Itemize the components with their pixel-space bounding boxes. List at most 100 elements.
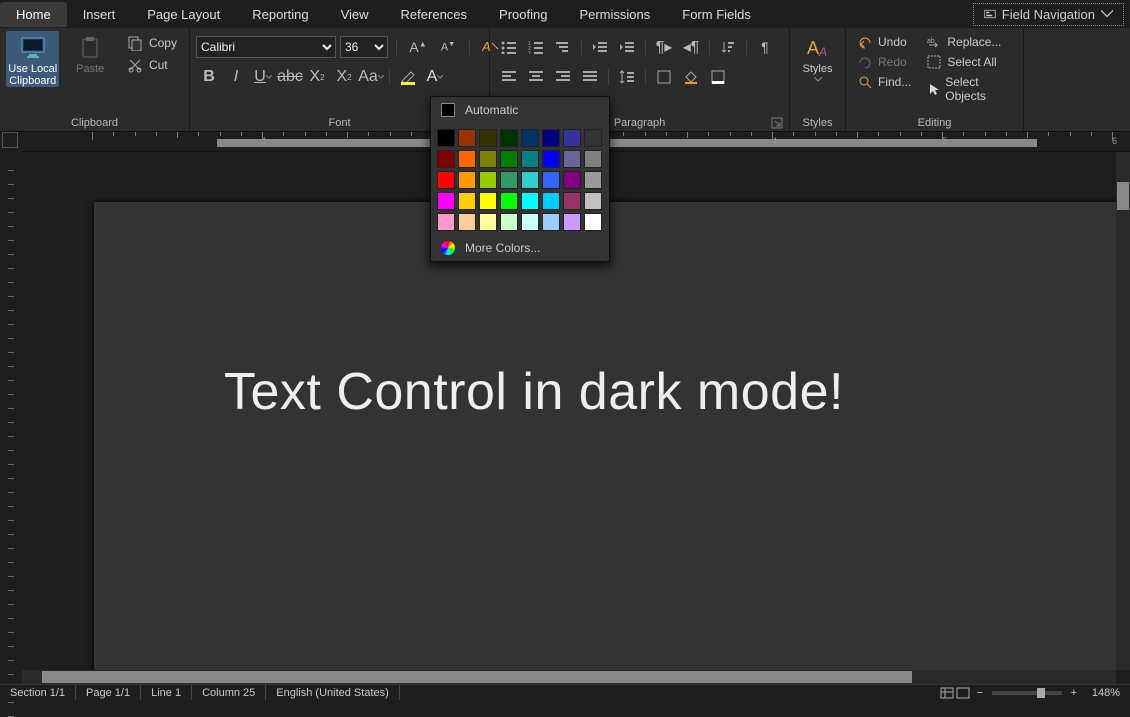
outdent-button[interactable] — [587, 35, 613, 59]
color-swatch[interactable] — [458, 213, 476, 231]
color-swatch[interactable] — [479, 129, 497, 147]
status-language[interactable]: English (United States) — [266, 685, 400, 700]
color-swatch[interactable] — [542, 192, 560, 210]
document-page[interactable]: Text Control in dark mode! — [94, 202, 1116, 670]
replace-button[interactable]: abReplace... — [921, 33, 1017, 51]
field-navigation-button[interactable]: Field Navigation — [973, 3, 1124, 26]
justify-button[interactable] — [577, 65, 603, 89]
dialog-launcher-icon[interactable] — [771, 117, 783, 129]
color-swatch[interactable] — [500, 171, 518, 189]
cut-button[interactable]: Cut — [121, 55, 183, 75]
view-mode-1-icon[interactable] — [940, 687, 956, 699]
color-automatic-item[interactable]: Automatic — [431, 97, 609, 123]
color-swatch[interactable] — [500, 192, 518, 210]
color-swatch[interactable] — [521, 129, 539, 147]
zoom-slider-knob[interactable] — [1037, 688, 1045, 698]
document-text[interactable]: Text Control in dark mode! — [224, 362, 844, 422]
scrollbar-thumb[interactable] — [1117, 182, 1129, 210]
color-swatch[interactable] — [584, 192, 602, 210]
font-color-button[interactable]: A — [422, 65, 448, 89]
color-swatch[interactable] — [584, 150, 602, 168]
zoom-value[interactable]: 148% — [1082, 685, 1130, 700]
status-section[interactable]: Section 1/1 — [0, 685, 76, 700]
color-swatch[interactable] — [563, 150, 581, 168]
color-swatch[interactable] — [437, 213, 455, 231]
color-swatch[interactable] — [479, 150, 497, 168]
change-case-button[interactable]: Aa — [358, 65, 384, 89]
zoom-out-button[interactable]: − — [972, 687, 988, 699]
color-swatch[interactable] — [584, 213, 602, 231]
horizontal-scrollbar[interactable] — [22, 670, 1116, 684]
select-objects-button[interactable]: Select Objects — [921, 73, 1017, 105]
italic-button[interactable]: I — [223, 65, 249, 89]
redo-button[interactable]: Redo — [852, 53, 917, 71]
subscript-button[interactable]: X2 — [304, 65, 330, 89]
borders-button[interactable] — [651, 65, 677, 89]
superscript-button[interactable]: X2 — [331, 65, 357, 89]
color-swatch[interactable] — [521, 213, 539, 231]
color-swatch[interactable] — [542, 171, 560, 189]
strike-button[interactable]: abc — [277, 65, 303, 89]
find-button[interactable]: Find... — [852, 73, 917, 91]
frame-button[interactable] — [705, 65, 731, 89]
status-column[interactable]: Column 25 — [192, 685, 266, 700]
bullets-button[interactable] — [496, 35, 522, 59]
tab-page-layout[interactable]: Page Layout — [131, 2, 236, 27]
indent-button[interactable] — [614, 35, 640, 59]
color-swatch[interactable] — [437, 171, 455, 189]
select-all-button[interactable]: Select All — [921, 53, 1017, 71]
tab-home[interactable]: Home — [0, 2, 67, 27]
align-left-button[interactable] — [496, 65, 522, 89]
rtl-button[interactable]: ◂¶ — [678, 35, 704, 59]
color-swatch[interactable] — [542, 213, 560, 231]
status-line[interactable]: Line 1 — [141, 685, 192, 700]
styles-button[interactable]: AA Styles — [796, 31, 839, 82]
more-colors-item[interactable]: More Colors... — [431, 235, 609, 261]
color-swatch[interactable] — [479, 213, 497, 231]
bold-button[interactable]: B — [196, 65, 222, 89]
tab-form-fields[interactable]: Form Fields — [666, 2, 767, 27]
color-swatch[interactable] — [437, 150, 455, 168]
tab-view[interactable]: View — [325, 2, 385, 27]
color-swatch[interactable] — [563, 171, 581, 189]
color-swatch[interactable] — [563, 192, 581, 210]
undo-button[interactable]: Undo — [852, 33, 917, 51]
grow-font-button[interactable]: A▲ — [405, 35, 431, 59]
shrink-font-button[interactable]: A▼ — [435, 35, 461, 59]
color-swatch[interactable] — [458, 192, 476, 210]
scrollbar-thumb[interactable] — [42, 671, 912, 683]
align-right-button[interactable] — [550, 65, 576, 89]
ruler-corner[interactable] — [2, 132, 18, 148]
tab-references[interactable]: References — [385, 2, 483, 27]
color-swatch[interactable] — [521, 171, 539, 189]
zoom-in-button[interactable]: + — [1066, 687, 1082, 699]
status-page[interactable]: Page 1/1 — [76, 685, 141, 700]
color-swatch[interactable] — [479, 171, 497, 189]
underline-button[interactable]: U — [250, 65, 276, 89]
font-family-select[interactable]: Calibri — [196, 36, 336, 58]
color-swatch[interactable] — [584, 129, 602, 147]
numbering-button[interactable]: 123 — [523, 35, 549, 59]
ruler-vertical[interactable] — [0, 150, 22, 670]
color-swatch[interactable] — [521, 192, 539, 210]
color-swatch[interactable] — [500, 150, 518, 168]
highlight-button[interactable] — [395, 65, 421, 89]
use-local-clipboard-button[interactable]: Use Local Clipboard — [6, 31, 59, 87]
show-marks-button[interactable]: ¶ — [752, 35, 778, 59]
color-swatch[interactable] — [563, 213, 581, 231]
align-center-button[interactable] — [523, 65, 549, 89]
color-swatch[interactable] — [437, 192, 455, 210]
tab-reporting[interactable]: Reporting — [236, 2, 324, 27]
ltr-button[interactable]: ¶▸ — [651, 35, 677, 59]
color-swatch[interactable] — [458, 171, 476, 189]
multilevel-button[interactable] — [550, 35, 576, 59]
copy-button[interactable]: Copy — [121, 33, 183, 53]
font-size-select[interactable]: 36 — [340, 36, 388, 58]
zoom-slider[interactable] — [992, 691, 1062, 695]
color-swatch[interactable] — [542, 129, 560, 147]
color-swatch[interactable] — [563, 129, 581, 147]
vertical-scrollbar[interactable] — [1116, 152, 1130, 670]
sort-button[interactable] — [715, 35, 741, 59]
shading-button[interactable] — [678, 65, 704, 89]
tab-proofing[interactable]: Proofing — [483, 2, 563, 27]
